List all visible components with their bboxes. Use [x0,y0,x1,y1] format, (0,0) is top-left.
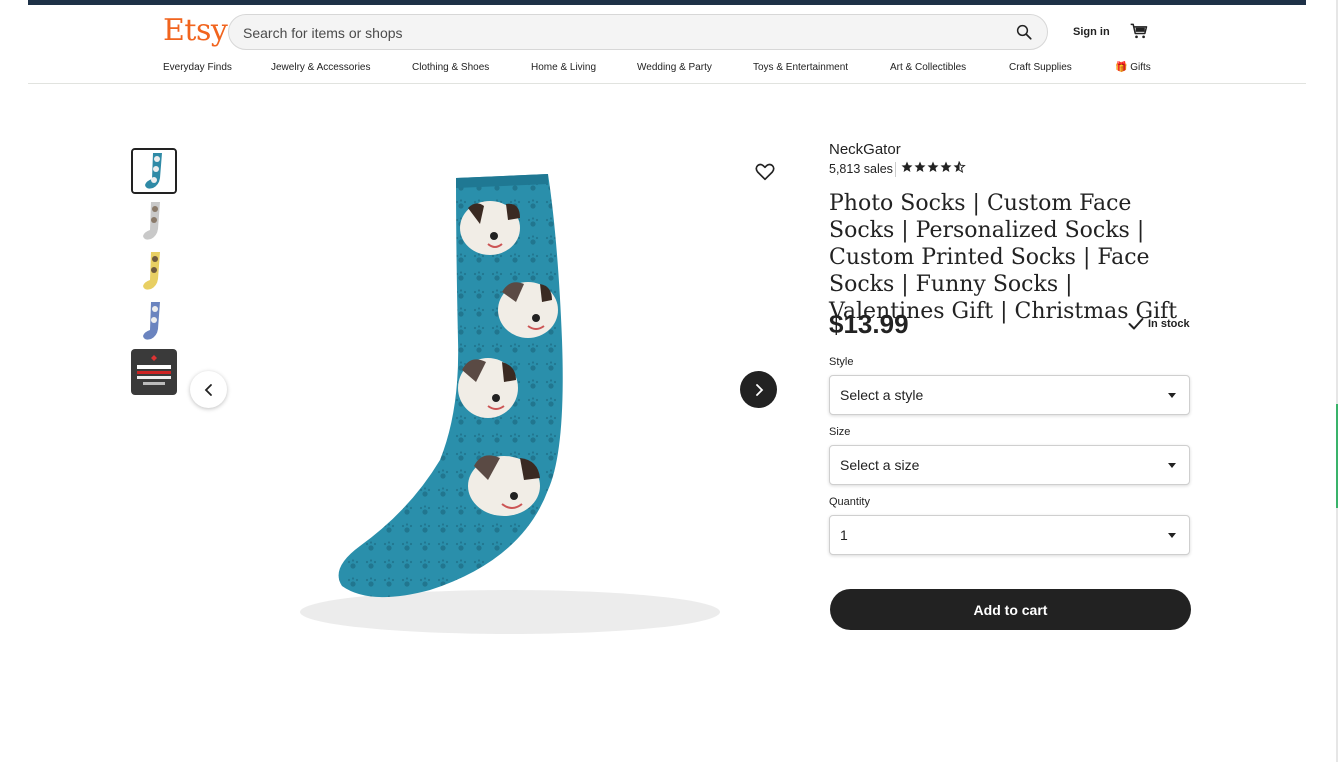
search-input[interactable] [241,15,1005,51]
nav-item-jewelry[interactable]: Jewelry & Accessories [271,62,370,73]
dog-face-4 [468,455,540,516]
nav-item-gifts[interactable]: 🎁 Gifts [1115,62,1151,73]
add-to-cart-button[interactable]: Add to cart [830,589,1191,630]
caret-down-icon [1168,533,1176,538]
quantity-select[interactable]: 1 [829,515,1190,555]
dog-face-2 [498,282,558,338]
size-select[interactable]: Select a size [829,445,1190,485]
nav-item-art[interactable]: Art & Collectibles [890,62,966,73]
caret-down-icon [1168,463,1176,468]
checkmark-icon [1128,318,1144,330]
thumbnail-4[interactable] [131,299,177,345]
size-label: Size [829,426,851,438]
stock-status: In stock [1128,317,1190,331]
thumbnail-2[interactable] [131,199,177,245]
star-rating-icon[interactable] [901,160,967,176]
dog-face-3 [458,358,518,418]
category-nav: Everyday Finds Jewelry & Accessories Clo… [163,62,1163,78]
promo-thumbnail-image [131,349,177,395]
style-label: Style [829,356,854,368]
sock-thumbnail-image [131,299,177,345]
dog-face-1 [460,201,520,255]
thumbnail-5[interactable] [131,349,177,395]
previous-image-button[interactable] [190,371,227,408]
style-select-value: Select a style [840,387,924,403]
nav-item-everyday-finds[interactable]: Everyday Finds [163,62,232,73]
style-select[interactable]: Select a style [829,375,1190,415]
next-image-button[interactable] [740,371,777,408]
rating-divider [895,162,896,177]
nav-item-home[interactable]: Home & Living [531,62,596,73]
nav-item-toys[interactable]: Toys & Entertainment [753,62,848,73]
nav-item-gifts-label: Gifts [1130,62,1151,73]
sign-in-link[interactable]: Sign in [1073,26,1110,38]
chevron-right-icon [755,383,763,396]
thumbnail-3[interactable] [131,249,177,295]
main-product-image [300,174,720,634]
gift-icon: 🎁 [1115,62,1128,73]
nav-item-wedding[interactable]: Wedding & Party [637,62,712,73]
site-header: Etsy Sign in Everyday Finds Jewelry & Ac… [28,5,1306,84]
nav-item-craft[interactable]: Craft Supplies [1009,62,1072,73]
size-select-value: Select a size [840,457,920,473]
caret-down-icon [1168,393,1176,398]
product-title: Photo Socks | Custom Face Socks | Person… [829,191,1178,324]
cart-icon[interactable] [1129,21,1149,41]
quantity-select-value: 1 [840,527,848,543]
etsy-logo[interactable]: Etsy [163,13,228,48]
quantity-label: Quantity [829,496,870,508]
sales-count: 5,813 sales [829,162,893,176]
search-icon[interactable] [1015,23,1033,41]
stock-text: In stock [1148,318,1190,330]
sock-thumbnail-image [131,249,177,295]
search-bar[interactable] [228,14,1048,51]
shop-name-link[interactable]: NeckGator [829,141,901,158]
sock-thumbnail-image [133,150,175,192]
sock-thumbnail-image [131,199,177,245]
product-price: $13.99 [829,309,909,339]
chevron-left-icon [204,383,212,396]
favorite-heart-icon[interactable] [754,161,776,183]
nav-item-clothing[interactable]: Clothing & Shoes [412,62,489,73]
thumbnail-1[interactable] [131,148,177,194]
